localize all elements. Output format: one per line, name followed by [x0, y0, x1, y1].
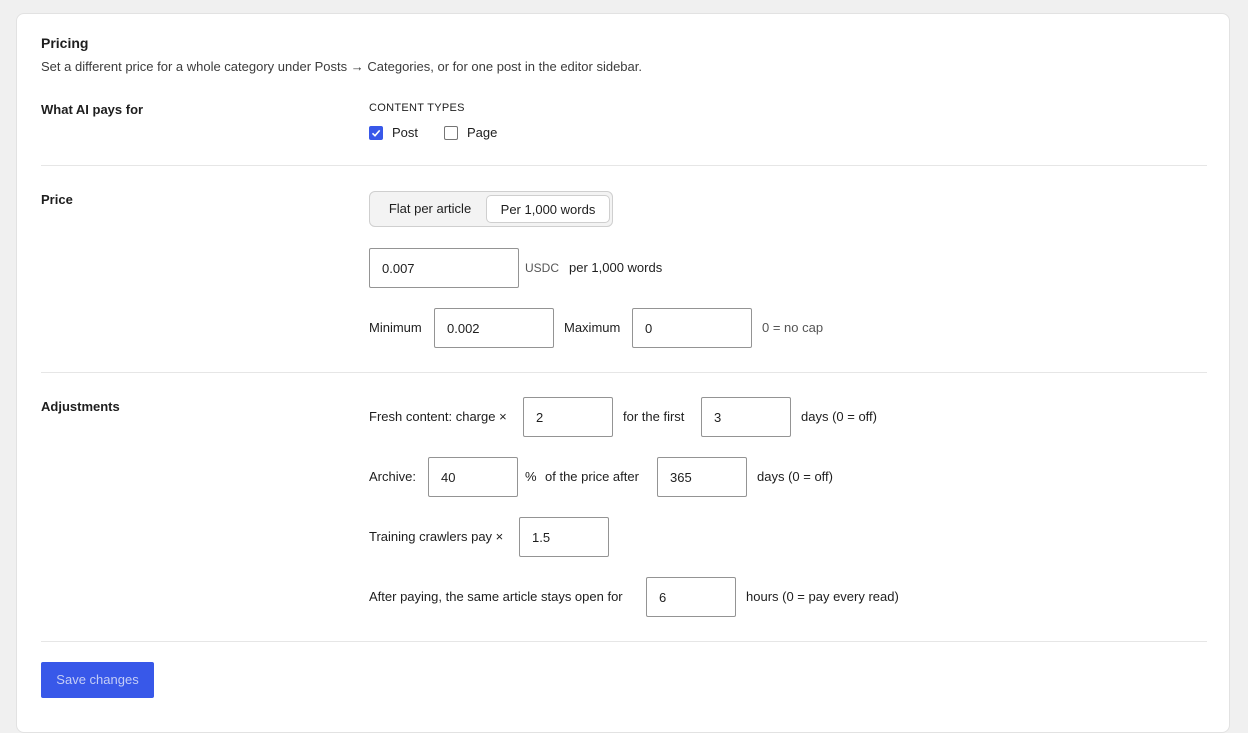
maximum-label: Maximum: [564, 320, 621, 335]
fresh-suffix: days (0 = off): [801, 409, 877, 424]
open-hours-input[interactable]: [646, 577, 736, 617]
training-multiplier-input[interactable]: [519, 517, 609, 557]
check-icon: [371, 129, 381, 137]
fresh-multiplier-input[interactable]: [523, 397, 613, 437]
divider: [41, 641, 1207, 642]
page-checkbox-label: Page: [467, 125, 498, 140]
training-prefix: Training crawlers pay ×: [369, 529, 504, 544]
archive-prefix: Archive:: [369, 469, 416, 484]
minimum-label: Minimum: [369, 320, 422, 335]
page-checkbox-option[interactable]: Page: [444, 125, 497, 140]
adjustments-label: Adjustments: [41, 399, 120, 414]
post-checkbox-label: Post: [392, 125, 419, 140]
open-prefix: After paying, the same article stays ope…: [369, 589, 623, 604]
fresh-prefix: Fresh content: charge ×: [369, 409, 507, 424]
archive-percent-input[interactable]: [428, 457, 518, 497]
post-checkbox[interactable]: [369, 125, 383, 140]
page-checkbox[interactable]: [444, 125, 458, 140]
per-1000-words-option[interactable]: Per 1,000 words: [486, 195, 610, 223]
maximum-hint: 0 = no cap: [762, 320, 824, 335]
pricing-mode-toggle: Flat per article Per 1,000 words: [369, 191, 613, 227]
section-title: Pricing: [41, 35, 89, 51]
fresh-middle: for the first: [623, 409, 685, 424]
unit-text: per 1,000 words: [569, 260, 663, 275]
price-label: Price: [41, 192, 73, 207]
section-description: Set a different price for a whole catego…: [41, 59, 642, 74]
open-suffix: hours (0 = pay every read): [746, 589, 899, 604]
post-checkbox-option[interactable]: Post: [369, 125, 418, 140]
flat-per-article-option[interactable]: Flat per article: [374, 195, 486, 223]
maximum-input[interactable]: [632, 308, 752, 348]
percent-sign: %: [525, 469, 537, 484]
archive-middle: of the price after: [545, 469, 639, 484]
minimum-input[interactable]: [434, 308, 554, 348]
save-changes-button[interactable]: Save changes: [41, 662, 154, 698]
what-ai-pays-label: What AI pays for: [41, 102, 144, 117]
archive-suffix: days (0 = off): [757, 469, 833, 484]
content-types-caption: CONTENT TYPES: [369, 102, 465, 114]
divider: [41, 165, 1207, 166]
pricing-card: Pricing Set a different price for a whol…: [16, 13, 1230, 733]
currency-label: USDC: [525, 261, 560, 275]
archive-days-input[interactable]: [657, 457, 747, 497]
fresh-days-input[interactable]: [701, 397, 791, 437]
divider: [41, 372, 1207, 373]
price-amount-input[interactable]: [369, 248, 519, 288]
